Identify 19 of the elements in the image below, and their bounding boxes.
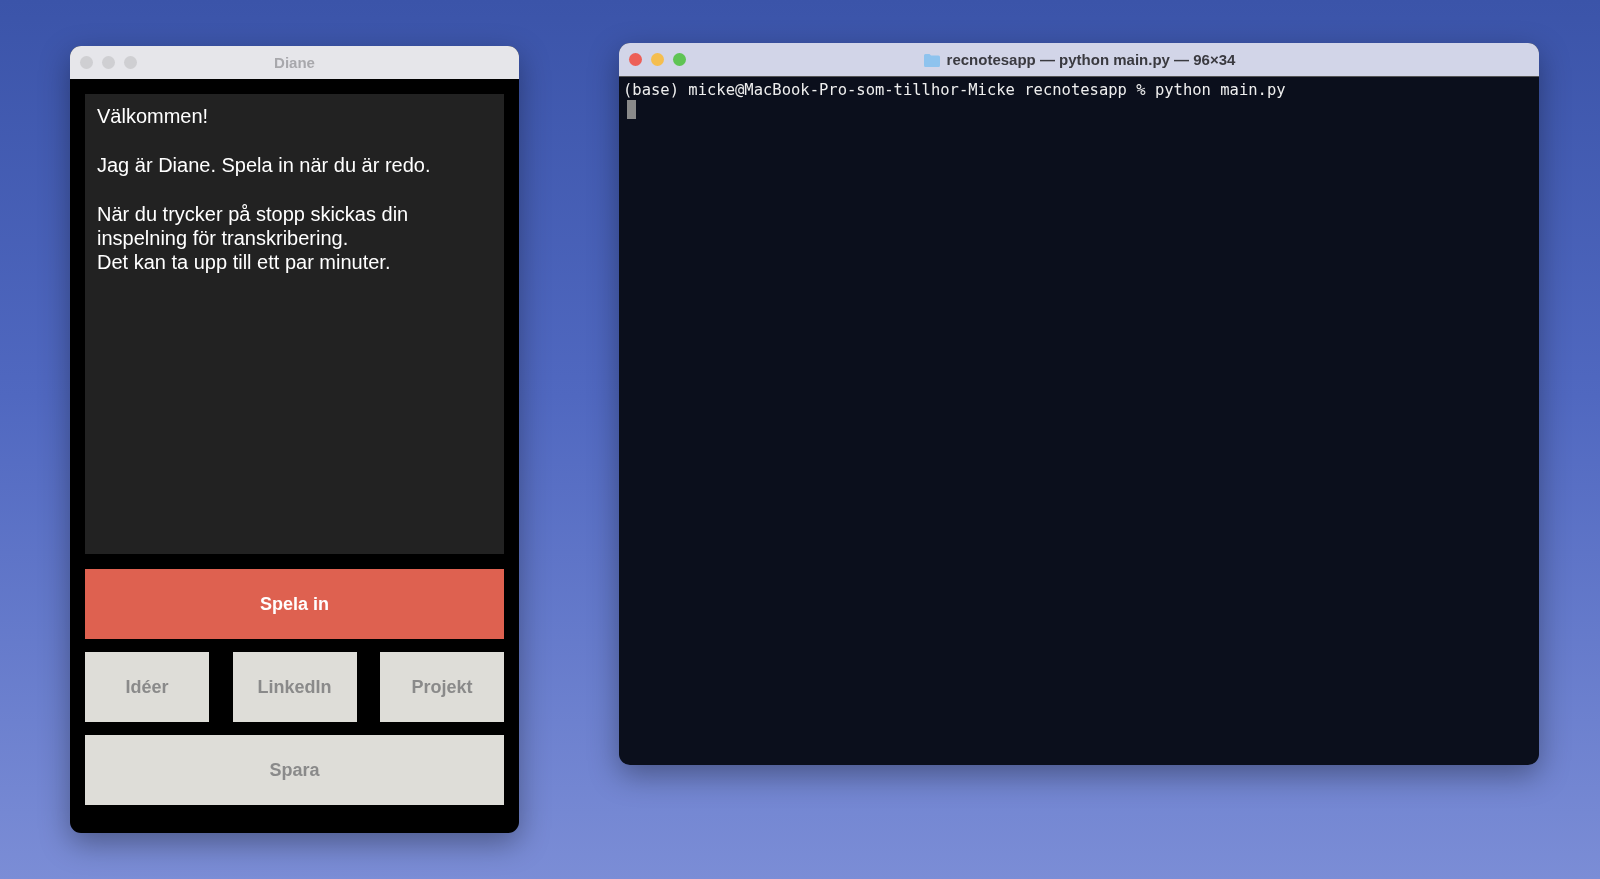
message-text: När du trycker på stopp skickas din inspelning för transkribering. Det kan ta upp till ett par minuter.: [97, 202, 410, 274]
save-button[interactable]: Spara: [85, 735, 504, 805]
window-title: recnotesapp — python main.py — 96×34: [946, 51, 1236, 68]
close-button[interactable]: [629, 53, 642, 66]
minimize-button[interactable]: [651, 53, 664, 66]
record-button[interactable]: Spela in: [85, 569, 504, 639]
message-text: Välkommen!: [97, 104, 210, 128]
zoom-button[interactable]: [673, 53, 686, 66]
window-title: Diane: [274, 54, 315, 71]
terminal-line: (base) micke@MacBook-Pro-som-tillhor-Micke recnotesapp % python main.py: [623, 80, 1287, 100]
text-cursor: [627, 100, 636, 119]
message-text: Jag är Diane. Spela in när du är redo.: [97, 153, 432, 177]
folder-icon: [922, 52, 941, 67]
minimize-button[interactable]: [102, 56, 115, 69]
category-button[interactable]: Projekt: [380, 652, 504, 722]
zoom-button[interactable]: [124, 56, 137, 69]
category-button[interactable]: Idéer: [85, 652, 209, 722]
category-button[interactable]: LinkedIn: [232, 652, 357, 722]
close-button[interactable]: [80, 56, 93, 69]
